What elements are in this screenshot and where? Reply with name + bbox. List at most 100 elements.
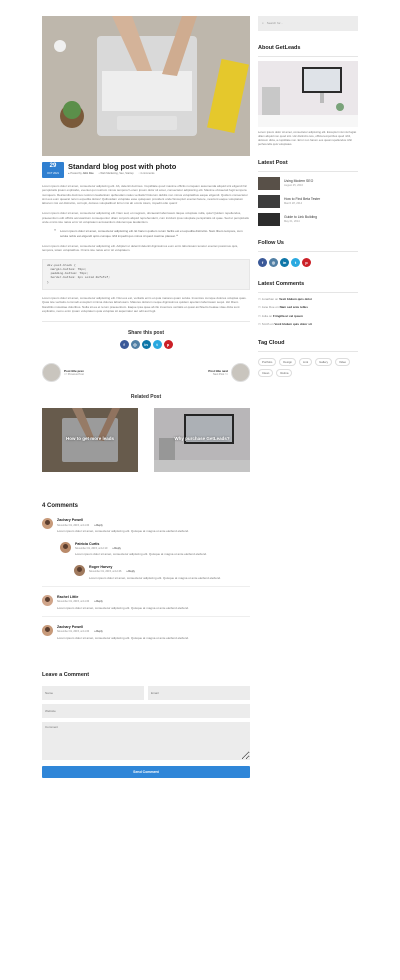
comment-date: November 01, 2015, at 11:34 [57, 630, 90, 634]
related-post-title: Why purchase GetLeads? [174, 435, 230, 441]
tag[interactable]: Link [298, 358, 313, 367]
divider [258, 250, 358, 252]
about-image [258, 60, 358, 127]
comment-date: November 01, 2015, at 11:34 [57, 600, 90, 603]
comment-textarea[interactable] [42, 722, 250, 761]
meta-categories[interactable]: ▪ Web Marketing, Seo, Startup [99, 172, 134, 176]
reply-label: Reply [114, 546, 121, 550]
next-post-thumbnail [231, 363, 250, 383]
divider [258, 351, 358, 353]
meta-author: ● Posted by John Doe [68, 172, 94, 176]
related-posts: How to get more leads Why purchase GetLe… [42, 407, 250, 472]
quote-text: Lorem ipsum dolor sit amet, consectetur … [60, 229, 243, 238]
tag[interactable]: Video [334, 358, 351, 367]
post-paragraph-3: Lorem ipsum dolor sit amet, consectetur … [42, 243, 239, 253]
hero-image [42, 16, 250, 156]
next-post-sub: Next Post >> [213, 373, 228, 377]
reply-label: Reply [96, 600, 103, 603]
tag[interactable]: Portfolio [258, 358, 277, 367]
pinterest-icon[interactable]: p [163, 340, 173, 350]
related-post-title: How to get more leads [65, 435, 114, 441]
instagram-icon[interactable]: ◎ [130, 340, 140, 350]
linkedin-icon[interactable]: in [141, 340, 151, 350]
twitter-icon[interactable]: t [152, 340, 162, 350]
reply-button[interactable]: ↩Reply [94, 600, 103, 604]
website-field[interactable] [42, 704, 250, 719]
related-title: Related Post [130, 394, 162, 401]
tag[interactable]: Retina [276, 369, 293, 378]
latest-comment-item[interactable]: ▭ Smith on Vesti blulum quis dolor sit [258, 322, 358, 326]
comments-title: 4 Comments [42, 502, 79, 509]
prev-post-link[interactable]: Post title prev << Previous Post [42, 363, 84, 383]
latest-post-item[interactable]: Guide to Link Building May 01, 2014 [258, 212, 358, 226]
name-field[interactable] [42, 686, 144, 701]
twitter-icon[interactable]: t [291, 257, 300, 267]
comment-reply: Roger Harvey November 01, 2015, at 12:46… [74, 564, 250, 580]
about-text: Lorem ipsum dolor sit amet, consectetur … [258, 129, 357, 146]
prev-post-thumbnail [42, 363, 61, 383]
latest-post-item[interactable]: Using Modern SEO August 25, 2016 [258, 176, 358, 190]
divider [258, 170, 358, 172]
latest-post-thumbnail [258, 176, 280, 190]
tag[interactable]: Gallery [315, 358, 332, 367]
send-comment-button[interactable]: Send Comment [42, 766, 250, 779]
comment: Rachel Little November 01, 2015, at 11:3… [42, 594, 250, 610]
divider [42, 321, 250, 323]
page: 29 OCT 2021 Standard blog post with phot… [0, 0, 400, 980]
search-icon: ⌕ [262, 21, 264, 26]
avatar [60, 541, 71, 553]
post-paragraph-2: Lorem ipsum dolor sit amet, consectetur … [42, 211, 249, 225]
latest-comment-name: Smith [261, 321, 270, 326]
facebook-icon[interactable]: f [119, 340, 129, 350]
latest-comment-item[interactable]: ▭ Jonathan on Vesti blulum quis dolor [258, 297, 358, 301]
latest-comment-on: on [268, 313, 273, 318]
avatar [42, 518, 53, 530]
date-day: 29 [49, 163, 57, 169]
latest-comment-item[interactable]: ▭ Julia on Fringilla ut vel ipsum [258, 314, 358, 318]
main-column: 29 OCT 2021 Standard blog post with phot… [42, 16, 250, 779]
comment-reply: Patricia Curtis November 01, 2015, at 12… [60, 541, 250, 557]
post-header: 29 OCT 2021 Standard blog post with phot… [42, 162, 250, 178]
next-post-link[interactable]: Post title next Next Post >> [208, 363, 250, 383]
related-post-card[interactable]: Why purchase GetLeads? [154, 407, 250, 472]
comment-text: Lorem ipsum dolor sit amet, consectetur … [57, 529, 189, 534]
meta-comments[interactable]: ▫ 4 comments [139, 172, 155, 176]
search-placeholder: Search for... [266, 21, 283, 26]
linkedin-icon[interactable]: in [280, 257, 289, 267]
tag[interactable]: Clean [258, 369, 274, 378]
post-paragraph-1: Lorem ipsum dolor sit amet, consectetur … [42, 184, 248, 206]
divider [258, 291, 358, 293]
tag[interactable]: Design [279, 358, 296, 367]
latest-post-item[interactable]: How to Find Beta Tester March 28, 2014 [258, 194, 358, 208]
facebook-icon[interactable]: f [258, 257, 267, 267]
latest-post-item-date: May 01, 2014 [284, 220, 300, 224]
meta-author-link[interactable]: John Doe [83, 172, 94, 175]
latest-post-title: Latest Post [258, 159, 288, 166]
latest-post-thumbnail [258, 212, 280, 226]
reply-label: Reply [96, 523, 103, 527]
comment-separator [42, 615, 250, 617]
comment-form: Send Comment [42, 686, 250, 779]
latest-comment-item[interactable]: ▭ Jane Doe on Nam sed arcu tellus [258, 305, 358, 309]
search-box[interactable]: ⌕ Search for... [258, 16, 358, 31]
comment-icon: ▭ [258, 305, 261, 310]
email-field[interactable] [148, 686, 250, 701]
comment-text: Lorem ipsum dolor sit amet, consectetur … [89, 575, 221, 580]
reply-button[interactable]: ↩Reply [94, 630, 103, 634]
comment-icon: ▭ [258, 313, 261, 318]
pinterest-icon[interactable]: p [302, 257, 311, 267]
comment-date: November 01, 2015, at 11:34 [57, 523, 90, 527]
latest-comment-name: Jane Doe [261, 305, 275, 310]
date-month: OCT 2021 [47, 172, 59, 175]
comment: Zachary Powell November 01, 2015, at 11:… [42, 518, 250, 533]
follow-title: Follow Us [258, 239, 284, 246]
reply-button[interactable]: ↩Reply [94, 524, 103, 528]
reply-button[interactable]: ↩Reply [112, 547, 121, 551]
share-icons: f ◎ in t p [42, 340, 250, 350]
latest-comment-name: Julia [261, 313, 268, 318]
latest-comments-title: Latest Comments [258, 280, 305, 287]
instagram-icon[interactable]: ◎ [269, 257, 278, 267]
latest-comment-post: Vesti blulum quis dolor [279, 296, 313, 301]
related-post-card[interactable]: How to get more leads [42, 407, 138, 472]
reply-button[interactable]: ↩Reply [126, 570, 135, 574]
